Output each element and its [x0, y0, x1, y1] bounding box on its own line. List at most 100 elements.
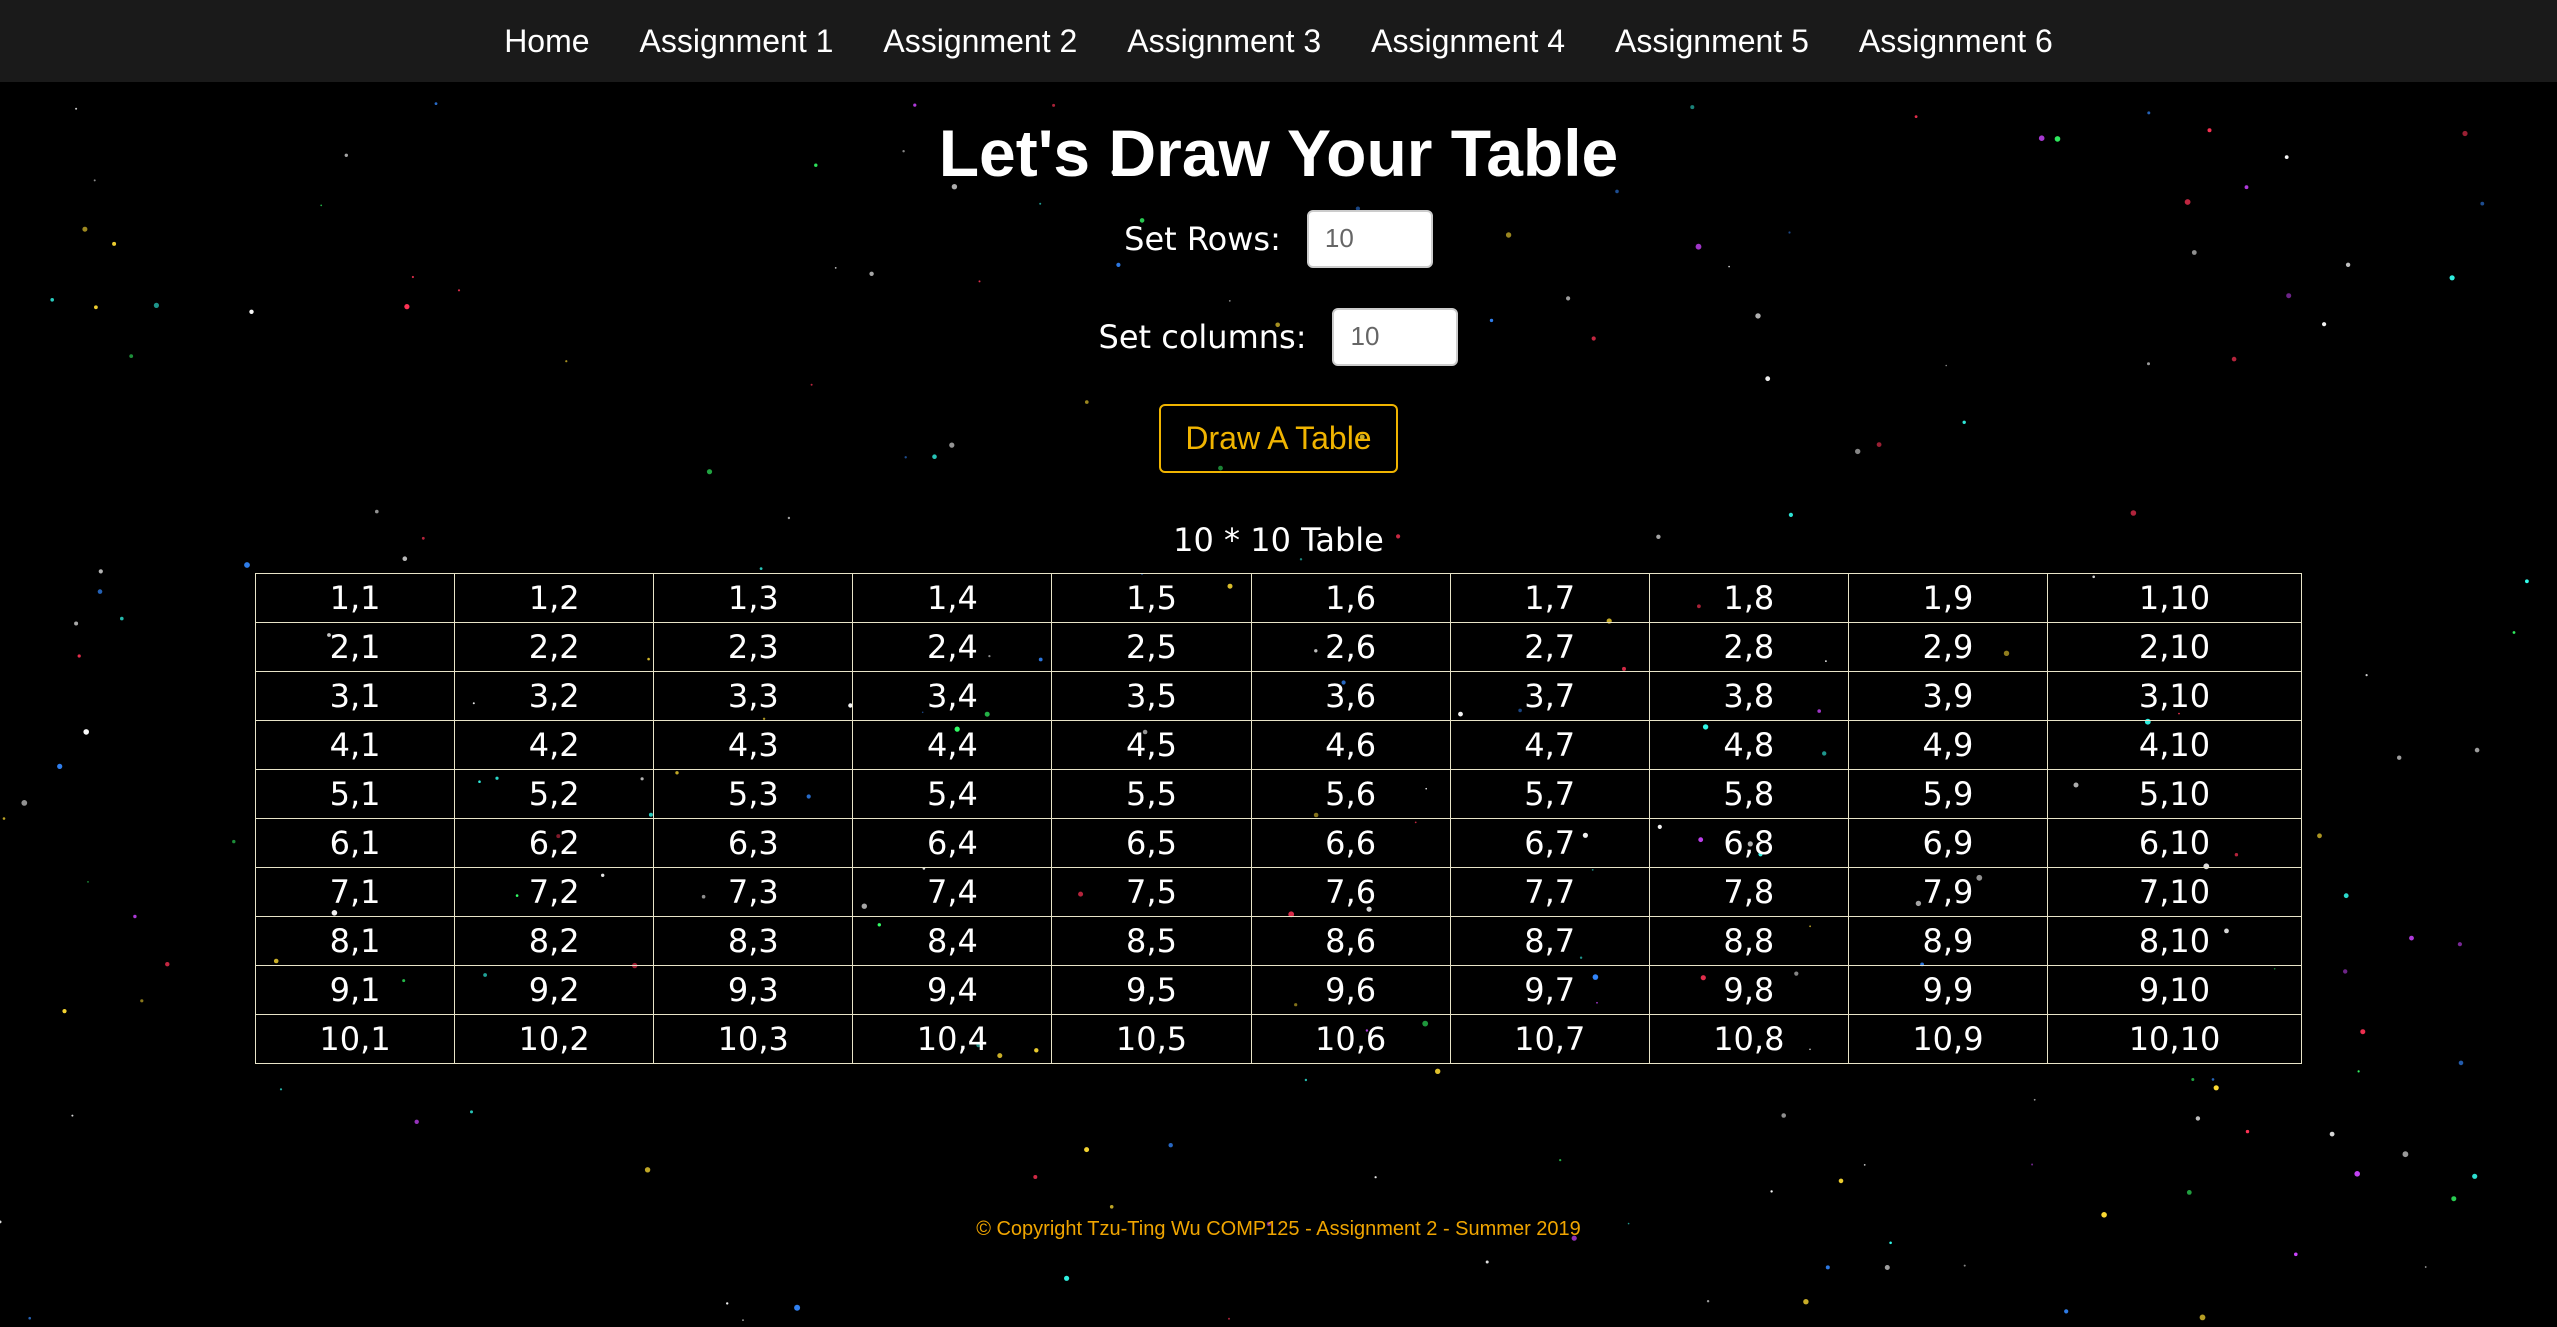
table-cell: 10,5 [1051, 1013, 1252, 1064]
table-cell: 1,1 [254, 572, 456, 623]
star [2213, 1085, 2219, 1091]
star [1770, 1190, 1773, 1193]
table-cell: 7,3 [653, 866, 854, 917]
star [470, 1110, 473, 1114]
table-cell: 4,1 [254, 719, 456, 770]
table-cell: 4,4 [852, 719, 1053, 770]
nav-home-link[interactable]: Home [504, 23, 589, 60]
table-cell: 2,8 [1648, 621, 1849, 672]
table-cell: 10,6 [1250, 1013, 1451, 1064]
table-cell: 7,8 [1648, 866, 1849, 917]
table-cell: 7,10 [2047, 866, 2302, 917]
star [726, 1302, 729, 1305]
star [644, 1167, 651, 1173]
star [2424, 1266, 2427, 1268]
table-cell: 4,8 [1648, 719, 1849, 770]
table-cell: 8,10 [2047, 915, 2302, 966]
nav-assignment-2-link[interactable]: Assignment 2 [883, 23, 1077, 60]
star [2199, 1314, 2206, 1321]
table-cell: 2,6 [1250, 621, 1451, 672]
top-navbar: Home Assignment 1 Assignment 2 Assignmen… [0, 0, 2557, 82]
table-cell: 3,10 [2047, 670, 2302, 721]
table-row: 6,1 6,2 6,3 6,4 6,5 6,6 6,7 6,8 6,9 6,10 [254, 817, 2302, 868]
table-cell: 10,10 [2047, 1013, 2302, 1064]
table-cell: 10,9 [1847, 1013, 2049, 1064]
columns-input[interactable] [1332, 307, 1459, 366]
table-cell: 5,9 [1847, 768, 2049, 819]
star [2357, 1070, 2360, 1073]
nav-assignment-6-link[interactable]: Assignment 6 [1859, 23, 2053, 60]
table-cell: 10,1 [254, 1013, 456, 1064]
draw-table-button[interactable]: Draw A Table [1159, 403, 1398, 473]
star [1825, 1265, 1830, 1270]
nav-assignment-5-link[interactable]: Assignment 5 [1615, 23, 1809, 60]
star [1084, 1147, 1090, 1153]
table-cell: 2,3 [653, 621, 854, 672]
nav-assignment-3-link[interactable]: Assignment 3 [1127, 23, 1321, 60]
table-cell: 3,3 [653, 670, 854, 721]
table-cell: 8,3 [653, 915, 854, 966]
table-cell: 7,5 [1051, 866, 1252, 917]
star [1889, 1241, 1892, 1245]
nav-assignment-1-link[interactable]: Assignment 1 [640, 23, 834, 60]
table-cell: 4,3 [653, 719, 854, 770]
table-cell: 2,9 [1847, 621, 2049, 672]
table-cell: 4,2 [454, 719, 655, 770]
star [1168, 1143, 1173, 1148]
star [2472, 1173, 2478, 1179]
table-cell: 7,1 [254, 866, 456, 917]
star [1559, 1159, 1562, 1162]
table-cell: 6,3 [653, 817, 854, 868]
table-row: 2,1 2,2 2,3 2,4 2,5 2,6 2,7 2,8 2,9 2,10 [254, 621, 2302, 672]
table-cell: 1,3 [653, 572, 854, 623]
table-cell: 3,1 [254, 670, 456, 721]
table-cell: 4,7 [1449, 719, 1650, 770]
table-cell: 10,2 [454, 1013, 655, 1064]
footer-copyright: © Copyright Tzu-Ting Wu COMP125 - Assign… [976, 1218, 1581, 1240]
table-cell: 6,6 [1250, 817, 1451, 868]
table-cell: 7,6 [1250, 866, 1451, 917]
table-cell: 1,9 [1847, 572, 2049, 623]
table-cell: 9,8 [1648, 964, 1849, 1015]
table-cell: 9,1 [254, 964, 456, 1015]
table-cell: 1,6 [1250, 572, 1451, 623]
star [2245, 1129, 2250, 1134]
rows-label: Set Rows: [1124, 219, 1281, 258]
table-cell: 1,2 [454, 572, 655, 623]
table-cell: 1,8 [1648, 572, 1849, 623]
table-cell: 7,2 [454, 866, 655, 917]
nav-assignment-4-link[interactable]: Assignment 4 [1371, 23, 1565, 60]
table-cell: 6,9 [1847, 817, 2049, 868]
table-row: 3,1 3,2 3,3 3,4 3,5 3,6 3,7 3,8 3,9 3,10 [254, 670, 2302, 721]
table-row: 5,1 5,2 5,3 5,4 5,5 5,6 5,7 5,8 5,9 5,10 [254, 768, 2302, 819]
star [2211, 1078, 2215, 1081]
star [1435, 1068, 1441, 1075]
table-cell: 2,4 [852, 621, 1053, 672]
star [1863, 1164, 1866, 1166]
table-cell: 4,9 [1847, 719, 2049, 770]
table-cell: 2,5 [1051, 621, 1252, 672]
star [1485, 1260, 1489, 1264]
generated-table: 1,1 1,2 1,3 1,4 1,5 1,6 1,7 1,8 1,9 1,10 2,1 2,2 2,3… [254, 572, 2302, 1064]
main-content: Let's Draw Your Table Set Rows: Set colu… [0, 82, 2557, 1064]
star [2101, 1212, 2107, 1218]
table-cell: 5,10 [2047, 768, 2302, 819]
table-row: 10,1 10,2 10,3 10,4 10,5 10,6 10,7 10,8 10,9 10,1… [254, 1013, 2302, 1064]
star [2186, 1190, 2192, 1195]
table-cell: 7,9 [1847, 866, 2049, 917]
star [2031, 1163, 2034, 1166]
table-cell: 8,4 [852, 915, 1053, 966]
table-cell: 7,4 [852, 866, 1053, 917]
star [1304, 1078, 1308, 1082]
table-cell: 1,5 [1051, 572, 1252, 623]
rows-input[interactable] [1306, 209, 1433, 268]
table-cell: 9,6 [1250, 964, 1451, 1015]
table-cell: 8,8 [1648, 915, 1849, 966]
columns-field-group: Set columns: [0, 307, 2557, 366]
table-cell: 3,8 [1648, 670, 1849, 721]
table-cell: 3,5 [1051, 670, 1252, 721]
table-cell: 10,7 [1449, 1013, 1650, 1064]
table-cell: 10,8 [1648, 1013, 1849, 1064]
table-cell: 2,1 [254, 621, 456, 672]
table-cell: 2,10 [2047, 621, 2302, 672]
